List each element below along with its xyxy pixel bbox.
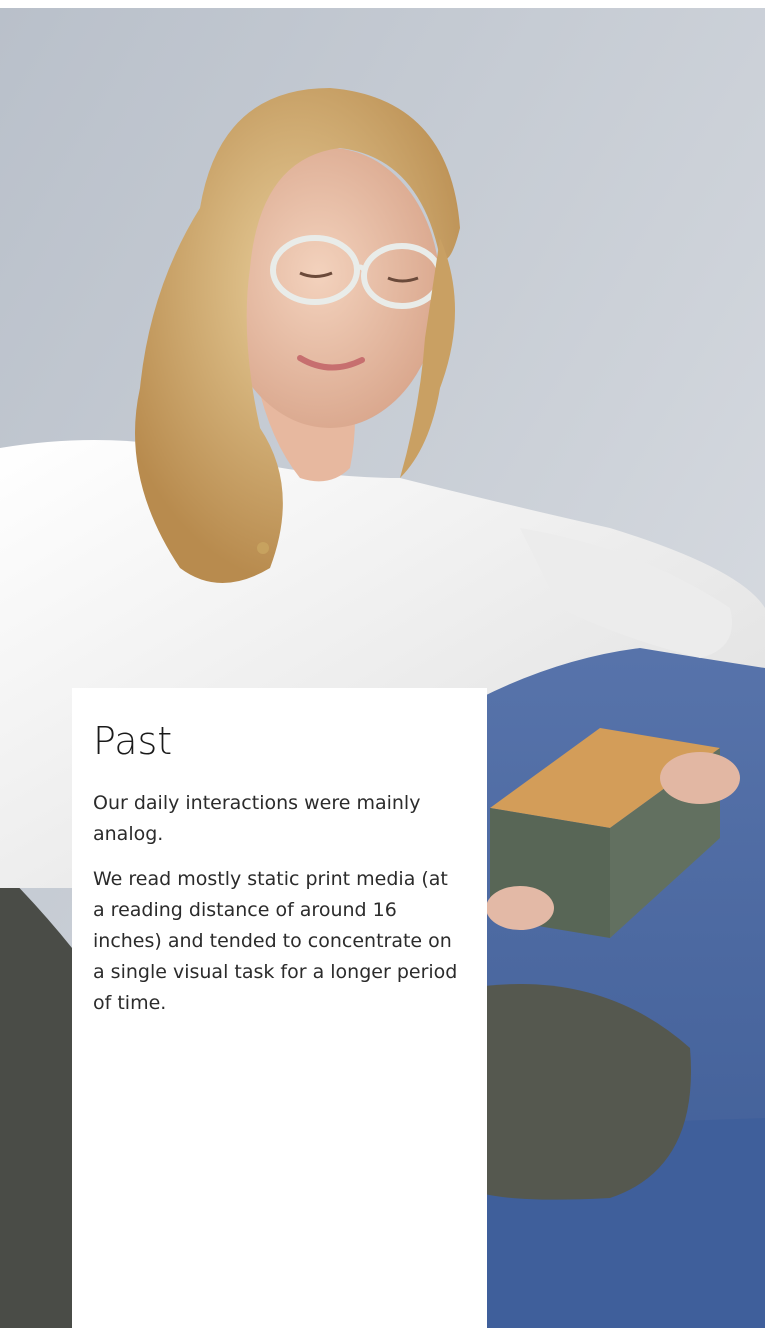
- page: Past Our daily interactions were mainly …: [0, 0, 765, 1328]
- card-paragraph-1: Our daily interactions were mainly analo…: [93, 792, 421, 845]
- text-card: Past Our daily interactions were mainly …: [72, 688, 487, 1328]
- card-title: Past: [93, 719, 173, 763]
- card-paragraph-2: We read mostly static print media (at a …: [93, 868, 458, 1014]
